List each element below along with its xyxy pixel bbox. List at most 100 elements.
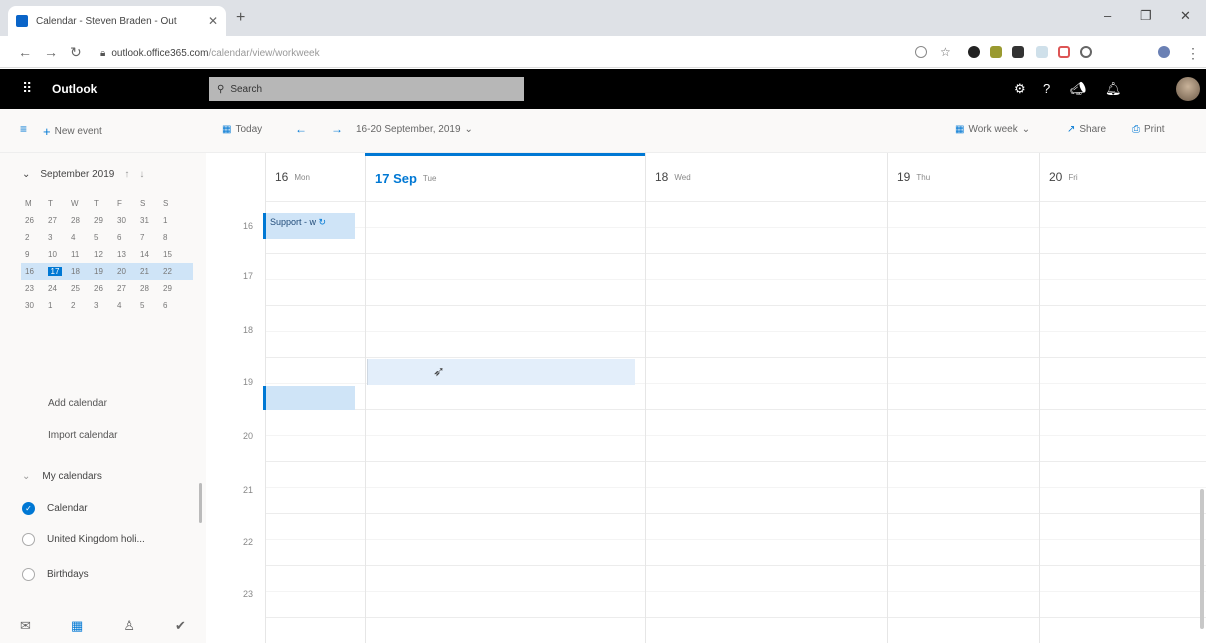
- mini-day[interactable]: 5: [94, 233, 117, 242]
- mini-day[interactable]: 15: [163, 250, 186, 259]
- mini-day[interactable]: 16: [25, 267, 48, 276]
- new-event-selection[interactable]: [367, 359, 635, 385]
- mini-day[interactable]: 20: [117, 267, 140, 276]
- day-column[interactable]: [365, 153, 645, 643]
- checked-circle-icon[interactable]: ✓: [22, 502, 35, 515]
- unchecked-circle-icon[interactable]: [22, 533, 35, 546]
- mini-day[interactable]: 4: [117, 301, 140, 310]
- help-icon[interactable]: ?: [1043, 81, 1050, 96]
- profile-icon[interactable]: [1158, 46, 1170, 58]
- previous-week-icon[interactable]: ←: [295, 122, 307, 136]
- mini-day[interactable]: 25: [71, 284, 94, 293]
- calendar-scrollbar[interactable]: [1200, 489, 1204, 629]
- left-pane-scrollbar[interactable]: [199, 483, 202, 523]
- close-window-icon[interactable]: ✕: [1180, 8, 1191, 24]
- mini-day[interactable]: 27: [48, 216, 71, 225]
- extension-icon[interactable]: [990, 46, 1002, 58]
- mini-day[interactable]: 6: [117, 233, 140, 242]
- app-name[interactable]: Outlook: [52, 82, 97, 96]
- mini-day[interactable]: 26: [94, 284, 117, 293]
- mini-day[interactable]: 6: [163, 301, 186, 310]
- mini-day[interactable]: 19: [94, 267, 117, 276]
- browser-tab[interactable]: Calendar - Steven Braden - Out ✕: [8, 6, 226, 36]
- print-button[interactable]: ⎙ Print: [1132, 124, 1165, 135]
- mini-day[interactable]: 21: [140, 267, 163, 276]
- collapse-chevron-icon[interactable]: ⌄: [22, 169, 30, 180]
- mini-day[interactable]: 9: [25, 250, 48, 259]
- mini-day[interactable]: 29: [163, 284, 186, 293]
- mini-day[interactable]: 1: [163, 216, 186, 225]
- url-field[interactable]: 🔒︎ outlook.office365.com/calendar/view/wo…: [100, 48, 320, 59]
- todo-check-icon[interactable]: ✔: [175, 618, 186, 634]
- mini-day[interactable]: 30: [25, 301, 48, 310]
- today-button[interactable]: ▦ Today: [222, 124, 262, 135]
- mini-day[interactable]: 27: [117, 284, 140, 293]
- back-icon[interactable]: ←: [18, 44, 32, 60]
- mini-day[interactable]: 30: [117, 216, 140, 225]
- new-event-button[interactable]: + New event: [43, 124, 102, 139]
- mini-day[interactable]: 3: [48, 233, 71, 242]
- day-column[interactable]: [1039, 153, 1201, 643]
- mini-day[interactable]: 12: [94, 250, 117, 259]
- new-tab-icon[interactable]: +: [236, 9, 245, 27]
- people-icon[interactable]: ♙: [123, 618, 135, 634]
- mini-day[interactable]: 22: [163, 267, 186, 276]
- mini-day[interactable]: 13: [117, 250, 140, 259]
- date-range-picker[interactable]: 16-20 September, 2019 ⌄: [356, 124, 473, 135]
- settings-gear-icon[interactable]: ⚙: [1014, 81, 1026, 97]
- previous-month-icon[interactable]: ↑: [124, 169, 129, 180]
- mini-day[interactable]: 14: [140, 250, 163, 259]
- unchecked-circle-icon[interactable]: [22, 568, 35, 581]
- extension-icon[interactable]: [1012, 46, 1024, 58]
- reload-icon[interactable]: ↻: [70, 44, 82, 61]
- bell-icon[interactable]: 🔔︎: [1105, 81, 1122, 97]
- mini-day[interactable]: 23: [25, 284, 48, 293]
- restore-icon[interactable]: ❐: [1140, 8, 1152, 24]
- day-header[interactable]: 16 Mon: [265, 153, 365, 201]
- mini-day[interactable]: 5: [140, 301, 163, 310]
- mini-day[interactable]: 3: [94, 301, 117, 310]
- event-placeholder[interactable]: [263, 386, 355, 410]
- collapse-menu-icon[interactable]: ≡: [20, 122, 27, 136]
- app-launcher-icon[interactable]: ⠿: [22, 80, 32, 97]
- forward-icon[interactable]: →: [44, 44, 58, 60]
- mini-day[interactable]: 8: [163, 233, 186, 242]
- menu-dots-icon[interactable]: ⋮: [1186, 45, 1200, 62]
- megaphone-icon[interactable]: 📣︎: [1070, 81, 1087, 97]
- my-calendars-header[interactable]: ⌄ My calendars: [22, 471, 102, 482]
- add-calendar-link[interactable]: Add calendar: [48, 398, 107, 409]
- mini-day[interactable]: 11: [71, 250, 94, 259]
- mini-day[interactable]: 29: [94, 216, 117, 225]
- mini-day[interactable]: 4: [71, 233, 94, 242]
- mini-day[interactable]: 7: [140, 233, 163, 242]
- mini-day[interactable]: 28: [140, 284, 163, 293]
- extension-icon[interactable]: [1036, 46, 1048, 58]
- mini-day[interactable]: 18: [71, 267, 94, 276]
- extension-icon[interactable]: [1058, 46, 1070, 58]
- mail-icon[interactable]: ✉: [20, 618, 31, 634]
- event-support[interactable]: Support - w ↻: [263, 213, 355, 239]
- mini-day[interactable]: 10: [48, 250, 71, 259]
- day-header-today[interactable]: 17 Sep Tue: [365, 153, 645, 201]
- location-icon[interactable]: [915, 46, 927, 58]
- mini-day[interactable]: 24: [48, 284, 71, 293]
- bookmark-star-icon[interactable]: ☆: [940, 45, 951, 59]
- calendar-item-calendar[interactable]: ✓ Calendar: [22, 502, 88, 515]
- mini-month-label[interactable]: September 2019: [40, 169, 114, 180]
- next-month-icon[interactable]: ↓: [139, 169, 144, 180]
- day-column[interactable]: [645, 153, 887, 643]
- mini-day-today[interactable]: 17: [48, 267, 62, 276]
- extension-icon[interactable]: [1080, 46, 1092, 58]
- calendar-item-uk-holidays[interactable]: United Kingdom holi...: [22, 533, 145, 546]
- day-column[interactable]: [887, 153, 1039, 643]
- mini-day[interactable]: 26: [25, 216, 48, 225]
- minimize-icon[interactable]: –: [1104, 8, 1111, 23]
- share-button[interactable]: ↗ Share: [1067, 124, 1106, 135]
- next-week-icon[interactable]: →: [331, 122, 343, 136]
- mini-day[interactable]: 2: [71, 301, 94, 310]
- mini-day[interactable]: 31: [140, 216, 163, 225]
- mini-day[interactable]: 28: [71, 216, 94, 225]
- day-header[interactable]: 19 Thu: [887, 153, 1039, 201]
- search-input[interactable]: ⚲ Search: [209, 77, 524, 101]
- calendar-icon[interactable]: ▦: [71, 618, 83, 634]
